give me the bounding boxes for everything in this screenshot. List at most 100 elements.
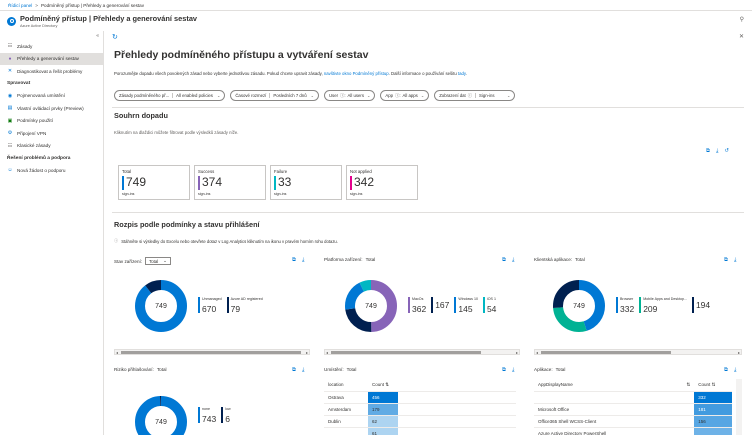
legend-item[interactable]: none 743 bbox=[198, 407, 216, 424]
sidebar-item-classic-policies[interactable]: ☷ Klasické zásady bbox=[0, 140, 103, 153]
tile-failure[interactable]: Failure 33 sign-ins bbox=[270, 165, 342, 200]
copy-icon[interactable]: ⧉ bbox=[724, 257, 728, 264]
legend-item[interactable]: iOS 1 54 bbox=[482, 297, 496, 314]
copy-icon[interactable]: ⧉ bbox=[706, 148, 710, 155]
table-row[interactable]: Ostrava 456 bbox=[324, 391, 516, 404]
sidebar-item-named-locations[interactable]: ◉ Pojmenovaná umístění bbox=[0, 90, 103, 103]
filter-user[interactable]: User ⓘ : All users ⌄ bbox=[323, 90, 376, 101]
filter-time-range[interactable]: Časové rozmezí Posledních 7 dnů ⌄ bbox=[230, 90, 319, 101]
chevron-down-icon: ⌄ bbox=[420, 93, 425, 98]
application-panel: Aplikace: Total ⧉ ⤓ AppDisplayName ⇅ Cou… bbox=[534, 367, 746, 435]
classic-policy-icon: ☷ bbox=[7, 142, 13, 149]
legend-item[interactable]: Windows 10 145 bbox=[454, 297, 478, 314]
person-icon: ☺ bbox=[7, 167, 13, 174]
sidebar-item-policies[interactable]: ☷ Zásady bbox=[0, 40, 103, 53]
sidebar-item-insights[interactable]: ● Přehledy a generování sestav bbox=[0, 52, 103, 65]
table-row[interactable]: Office365 Shell WCSS-Client 156 bbox=[534, 415, 732, 428]
main-content: ↻ ✕ Přehledy podmíněného přístupu a vytv… bbox=[104, 31, 752, 435]
column-header-count[interactable]: Count ⇅ bbox=[368, 379, 398, 392]
conditional-access-icon bbox=[7, 16, 16, 26]
vertical-scrollbar[interactable] bbox=[736, 379, 742, 435]
copy-icon[interactable]: ⧉ bbox=[292, 367, 296, 374]
device-state-donut-center: 749 bbox=[155, 303, 167, 310]
copy-icon[interactable]: ⧉ bbox=[724, 367, 728, 374]
download-icon[interactable]: ⤓ bbox=[734, 367, 736, 374]
legend-item[interactable]: Azure AD registered 79 bbox=[226, 297, 263, 314]
table-row[interactable]: Amsterdam 179 bbox=[324, 403, 516, 416]
sidebar-item-custom-controls[interactable]: ▤ Vlastní ovládací prvky (Preview) bbox=[0, 102, 103, 115]
refresh-icon[interactable]: ↻ bbox=[112, 33, 118, 41]
horizontal-scrollbar[interactable]: ◂ ▸ bbox=[534, 349, 742, 355]
tile-success[interactable]: Success 374 sign-ins bbox=[194, 165, 266, 200]
sign-in-risk-donut-center: 749 bbox=[155, 419, 167, 426]
table-row[interactable]: Microsoft Office 181 bbox=[534, 403, 732, 416]
chevron-down-icon: ⌄ bbox=[507, 93, 511, 98]
legend-item[interactable]: 167 bbox=[431, 297, 449, 314]
copy-icon[interactable]: ⧉ bbox=[292, 257, 296, 264]
device-state-dropdown[interactable]: Total ⌄ bbox=[145, 257, 171, 265]
sign-in-risk-panel: Riziko přihlašování: Total ⧉ ⤓ 749 none 7… bbox=[114, 367, 314, 435]
legend-item[interactable]: MacOs 362 bbox=[408, 297, 426, 314]
tile-total[interactable]: Total 749 sign-ins bbox=[118, 165, 190, 200]
download-icon[interactable]: ⤓ bbox=[716, 148, 718, 155]
sidebar-item-vpn[interactable]: ⚙ Připojení VPN bbox=[0, 127, 103, 140]
table-row[interactable]: Azure Active Directory PowerShell bbox=[534, 427, 732, 435]
copy-icon[interactable]: ⧉ bbox=[502, 257, 506, 264]
divider bbox=[112, 107, 744, 108]
sidebar-group-manage: Spravovat bbox=[7, 81, 31, 86]
column-header-appdisplayname[interactable]: AppDisplayName ⇅ bbox=[534, 379, 695, 392]
sidebar-item-new-support-request[interactable]: ☺ Nová žádost o podporu bbox=[0, 164, 103, 177]
table-row[interactable]: 61 bbox=[324, 427, 516, 435]
breadcrumb-separator: > bbox=[35, 2, 38, 8]
filter-data-view[interactable]: Zobrazení dat ⓘ Sign-ins ⌄ bbox=[434, 90, 516, 101]
horizontal-scrollbar[interactable]: ◂ ▸ bbox=[114, 349, 310, 355]
legend-item[interactable]: Mobile Apps and Desktop... 209 bbox=[639, 297, 687, 314]
download-icon[interactable]: ⤓ bbox=[302, 367, 304, 374]
sort-icon: ⇅ bbox=[385, 381, 390, 387]
legend-item[interactable]: Unmanaged 670 bbox=[198, 297, 222, 314]
platform-donut-center: 749 bbox=[365, 303, 377, 310]
table-header: AppDisplayName ⇅ Count ⇅ bbox=[534, 379, 732, 392]
chevron-down-icon: ⌄ bbox=[163, 258, 167, 263]
client-app-legend: Browser 332 Mobile Apps and Desktop... 209… bbox=[616, 297, 710, 314]
table-row[interactable]: Dublin 62 bbox=[324, 415, 516, 428]
terms-icon: ▣ bbox=[7, 117, 13, 124]
legend-item[interactable]: low 6 bbox=[221, 407, 231, 424]
tile-not-applied[interactable]: Not applied 342 sign-ins bbox=[346, 165, 418, 200]
pin-icon[interactable]: ⚲ bbox=[740, 16, 744, 23]
download-icon[interactable]: ⤓ bbox=[302, 257, 304, 264]
info-icon: ⓘ bbox=[114, 238, 119, 243]
download-icon[interactable]: ⤓ bbox=[734, 257, 736, 264]
filter-bar: Zásady podmíněného př... All enabled pol… bbox=[114, 90, 516, 101]
vpn-icon: ⚙ bbox=[7, 130, 13, 137]
download-icon[interactable]: ⤓ bbox=[512, 367, 514, 374]
donut-segment-0[interactable] bbox=[135, 396, 187, 435]
filter-app[interactable]: App ⓘ : All apps ⌄ bbox=[380, 90, 430, 101]
workbook-help-link[interactable]: tady bbox=[458, 71, 466, 76]
ca-blade-link[interactable]: navštivte okno Podmíněný přístup bbox=[324, 71, 389, 76]
breadcrumb-current: Podmíněný přístup | Přehledy a generován… bbox=[40, 2, 145, 8]
table-row[interactable]: 332 bbox=[534, 391, 732, 404]
sidebar-item-terms-of-use[interactable]: ▣ Podmínky použití bbox=[0, 115, 103, 128]
controls-icon: ▤ bbox=[7, 105, 13, 112]
column-header-location[interactable]: location bbox=[324, 379, 368, 392]
intro-text: Porozumějte dopadu všech povolených zása… bbox=[114, 71, 467, 76]
location-icon: ◉ bbox=[7, 92, 13, 99]
breadcrumb-home-link[interactable]: Řídicí panel bbox=[8, 3, 32, 8]
legend-item[interactable]: Browser 332 bbox=[616, 297, 634, 314]
breadcrumb: Řídicí panel > Podmíněný přístup | Přehl… bbox=[0, 0, 752, 11]
collapse-sidebar-icon[interactable]: « bbox=[96, 33, 99, 39]
divider bbox=[112, 212, 744, 213]
page-subtitle: Azure Active Directory bbox=[20, 24, 58, 28]
info-icon: ⓘ bbox=[467, 92, 472, 98]
sidebar-item-diagnose[interactable]: ✕ Diagnostikovat a řešit problémy bbox=[0, 65, 103, 78]
legend-item[interactable]: 194 bbox=[691, 297, 710, 314]
copy-icon[interactable]: ⧉ bbox=[502, 367, 506, 374]
horizontal-scrollbar[interactable]: ◂ ▸ bbox=[324, 349, 520, 355]
close-icon[interactable]: ✕ bbox=[739, 33, 744, 40]
filter-policy[interactable]: Zásady podmíněného př... All enabled pol… bbox=[114, 90, 226, 101]
download-icon[interactable]: ⤓ bbox=[512, 257, 514, 264]
undo-icon[interactable]: ↺ bbox=[724, 148, 729, 155]
column-header-count[interactable]: Count ⇅ bbox=[694, 379, 732, 392]
platform-donut: 749 bbox=[345, 280, 397, 332]
